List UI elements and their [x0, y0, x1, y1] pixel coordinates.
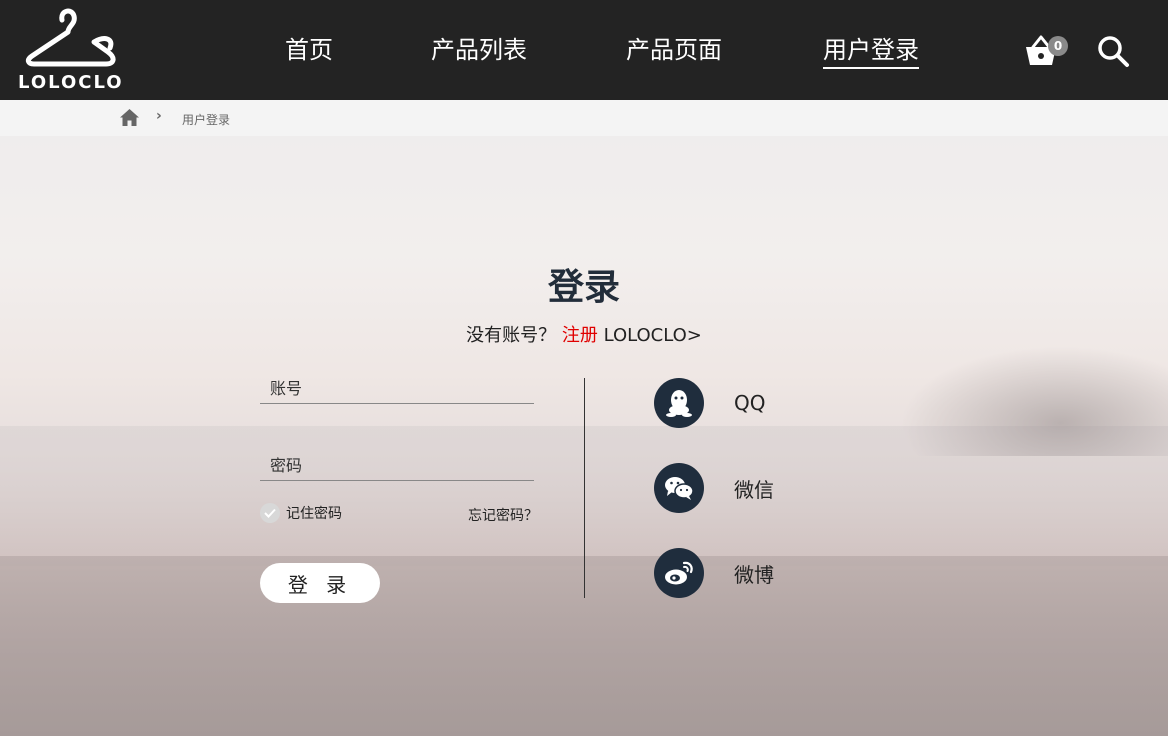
logo-text: LOLOCLO [18, 72, 124, 93]
remember-password-checkbox[interactable]: 记住密码 [260, 502, 342, 524]
nav-user-login[interactable]: 用户登录 [823, 30, 919, 70]
nav-product-list[interactable]: 产品列表 [431, 30, 527, 70]
breadcrumb-current: 用户登录 [182, 113, 231, 127]
register-link[interactable]: 注册 [562, 325, 598, 346]
remember-password-label: 记住密码 [286, 506, 342, 522]
brand-logo[interactable]: LOLOCLO [18, 8, 122, 94]
register-prompt-text: 没有账号？ [466, 325, 557, 346]
qq-icon [654, 378, 704, 428]
home-icon [120, 109, 139, 126]
breadcrumb-separator: › [156, 108, 162, 124]
register-prompt: 没有账号？ 注册 LOLOCLO> [0, 321, 1168, 347]
brand-link[interactable]: LOLOCLO> [604, 325, 702, 346]
forgot-password-link[interactable]: 忘记密码？ [468, 505, 538, 525]
weibo-login-option[interactable]: 微博 [654, 548, 774, 598]
cart-count-badge: 0 [1048, 36, 1068, 56]
qq-label: QQ [734, 391, 766, 415]
hanger-logo-icon [25, 8, 116, 67]
checkmark-icon [260, 503, 280, 523]
cart-button[interactable]: 0 [1024, 32, 1072, 70]
wechat-label: 微信 [734, 477, 774, 502]
account-input[interactable] [260, 374, 534, 404]
breadcrumb: › 用户登录 [0, 100, 1168, 136]
password-input[interactable] [260, 451, 534, 481]
nav-product-page[interactable]: 产品页面 [626, 30, 722, 70]
nav-home[interactable]: 首页 [285, 30, 333, 70]
wechat-login-option[interactable]: 微信 [654, 463, 774, 513]
weibo-label: 微博 [734, 562, 774, 587]
qq-login-option[interactable]: QQ [654, 378, 765, 428]
wechat-icon [654, 463, 704, 513]
breadcrumb-home[interactable] [119, 108, 140, 127]
weibo-icon [654, 548, 704, 598]
login-button[interactable]: 登 录 [260, 563, 380, 603]
search-icon [1098, 36, 1129, 67]
search-button[interactable] [1096, 34, 1130, 68]
vertical-divider [584, 378, 585, 598]
site-header: LOLOCLO 首页 产品列表 产品页面 用户登录 0 [0, 0, 1168, 100]
login-title: 登录 [547, 267, 620, 308]
